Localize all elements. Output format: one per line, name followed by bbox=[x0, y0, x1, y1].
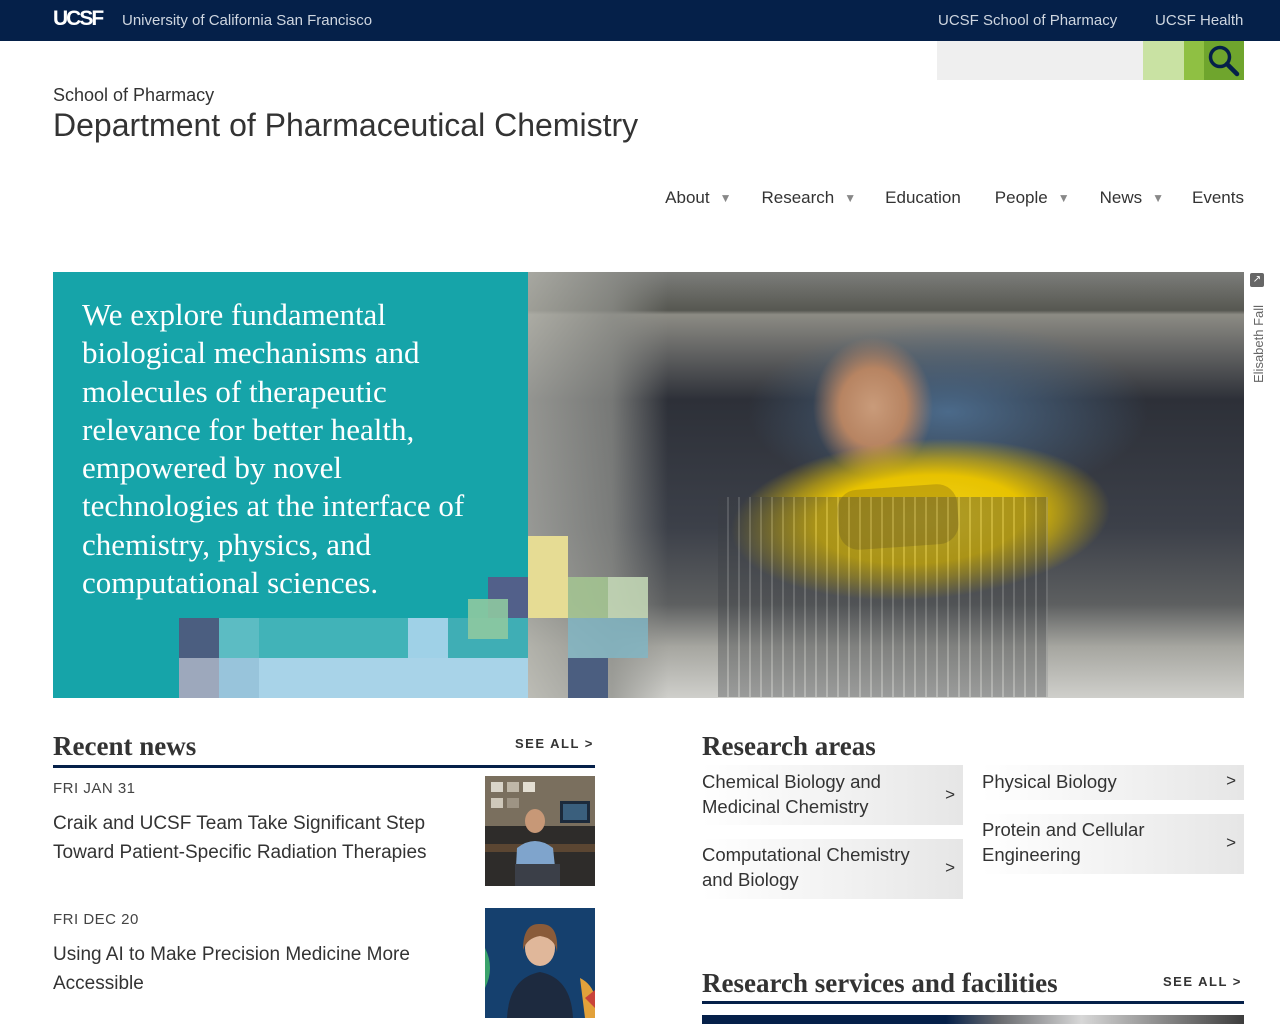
hero-banner: We explore fundamental biological mechan… bbox=[53, 272, 1244, 698]
nav-item-people[interactable]: People ▼ bbox=[995, 188, 1070, 208]
nav-label: News bbox=[1099, 188, 1143, 207]
chevron-right-icon: > bbox=[1226, 771, 1236, 790]
nav-label: People bbox=[994, 188, 1048, 207]
nav-item-research[interactable]: Research ▼ bbox=[762, 188, 857, 208]
research-area-protein-engineering[interactable]: Protein and Cellular Engineering > bbox=[982, 814, 1244, 874]
main-nav: About ▼ Research ▼ Education People ▼ Ne… bbox=[665, 187, 1244, 209]
news-see-all-link[interactable]: SEE ALL > bbox=[515, 736, 594, 751]
hero-photo-shadow bbox=[836, 482, 960, 552]
decor-pixel bbox=[259, 618, 408, 658]
research-area-label: Chemical Biology and Medicinal Chemistry bbox=[702, 771, 881, 817]
decor-pixel bbox=[408, 618, 448, 658]
caret-down-icon[interactable]: ▼ bbox=[720, 188, 732, 208]
photo-credit-name: Elisabeth Fall bbox=[1251, 304, 1266, 383]
expand-icon[interactable]: ↗ bbox=[1250, 273, 1264, 287]
nav-item-news[interactable]: News ▼ bbox=[1100, 188, 1164, 208]
ucsf-logo[interactable]: UCSF bbox=[53, 6, 104, 32]
news-date: FRI DEC 20 bbox=[53, 911, 139, 928]
decor-pixel bbox=[568, 618, 648, 658]
nav-item-events[interactable]: Events bbox=[1192, 188, 1244, 208]
search-button[interactable] bbox=[1184, 41, 1244, 80]
decor-pixel bbox=[468, 599, 508, 639]
nav-label: About bbox=[665, 188, 710, 207]
chevron-right-icon: > bbox=[945, 858, 955, 877]
decor-pixel bbox=[259, 658, 528, 698]
services-image-preview[interactable] bbox=[702, 1015, 1244, 1024]
search-icon bbox=[1208, 45, 1240, 76]
news-photo-ai bbox=[485, 908, 595, 1018]
university-name[interactable]: University of California San Francisco bbox=[122, 12, 372, 29]
department-title[interactable]: Department of Pharmaceutical Chemistry bbox=[53, 106, 638, 144]
news-rule bbox=[53, 765, 595, 768]
news-thumbnail[interactable] bbox=[485, 908, 595, 1018]
research-area-physical-biology[interactable]: Physical Biology > bbox=[982, 765, 1244, 800]
chevron-right-icon: > bbox=[1226, 833, 1236, 852]
decor-pixel bbox=[179, 658, 219, 698]
research-areas-title: Research areas bbox=[702, 731, 876, 761]
caret-down-icon[interactable]: ▼ bbox=[844, 188, 856, 208]
research-services-title: Research services and facilities bbox=[702, 968, 1058, 998]
research-area-computational-chemistry[interactable]: Computational Chemistry and Biology > bbox=[702, 839, 963, 899]
top-link-school-of-pharmacy[interactable]: UCSF School of Pharmacy bbox=[938, 12, 1117, 29]
school-name[interactable]: School of Pharmacy bbox=[53, 85, 214, 105]
top-bar: UCSF University of California San Franci… bbox=[0, 0, 1280, 41]
hero-statement: We explore fundamental biological mechan… bbox=[82, 297, 465, 601]
research-area-chemical-biology[interactable]: Chemical Biology and Medicinal Chemistry… bbox=[702, 765, 963, 825]
nav-item-education[interactable]: Education bbox=[885, 188, 961, 208]
search-decor bbox=[1143, 41, 1184, 80]
search-input[interactable] bbox=[937, 41, 1143, 80]
decor-pixel bbox=[568, 658, 608, 698]
search-box bbox=[937, 41, 1244, 80]
hero-photo-yellow-object bbox=[712, 418, 1129, 621]
news-thumbnail[interactable] bbox=[485, 776, 595, 886]
recent-news-title: Recent news bbox=[53, 731, 197, 761]
chevron-right-icon: > bbox=[945, 785, 955, 804]
news-title-link[interactable]: Craik and UCSF Team Take Significant Ste… bbox=[53, 809, 453, 867]
research-area-label: Computational Chemistry and Biology bbox=[702, 844, 910, 890]
decor-pixel bbox=[219, 658, 259, 698]
top-link-ucsf-health[interactable]: UCSF Health bbox=[1155, 12, 1243, 29]
decor-pixel bbox=[568, 577, 608, 618]
research-area-label: Protein and Cellular Engineering bbox=[982, 819, 1145, 865]
caret-down-icon[interactable]: ▼ bbox=[1152, 188, 1164, 208]
services-see-all-link[interactable]: SEE ALL > bbox=[1163, 974, 1242, 989]
news-title-link[interactable]: Using AI to Make Precision Medicine More… bbox=[53, 940, 453, 998]
caret-down-icon[interactable]: ▼ bbox=[1058, 188, 1070, 208]
decor-pixel bbox=[179, 618, 219, 658]
decor-pixel bbox=[608, 577, 648, 618]
nav-label: Events bbox=[1192, 188, 1244, 207]
nav-item-about[interactable]: About ▼ bbox=[665, 188, 731, 208]
research-area-label: Physical Biology bbox=[982, 771, 1117, 792]
decor-pixel bbox=[528, 536, 568, 618]
news-photo-craik bbox=[485, 776, 595, 886]
services-rule bbox=[702, 1001, 1244, 1004]
nav-label: Education bbox=[885, 188, 961, 207]
nav-label: Research bbox=[761, 188, 835, 207]
decor-pixel bbox=[219, 618, 259, 658]
news-date: FRI JAN 31 bbox=[53, 780, 136, 797]
